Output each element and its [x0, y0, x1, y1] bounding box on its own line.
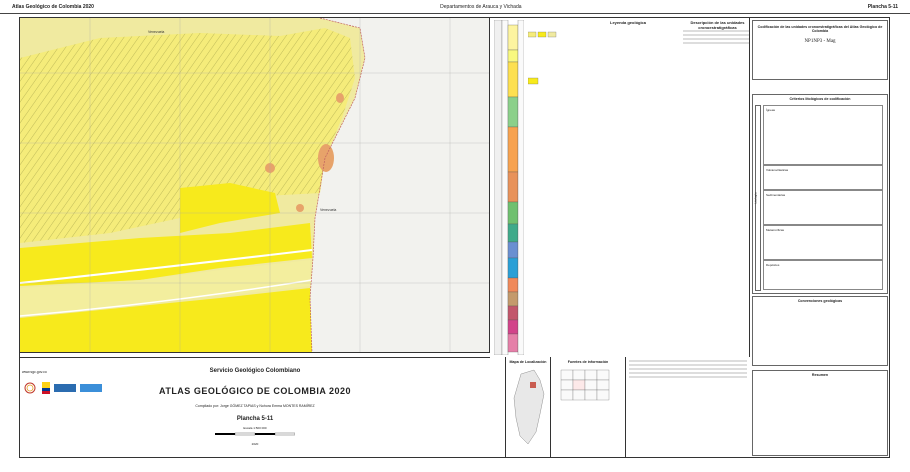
header-center: Departamentos de Arauca y Vichada — [440, 3, 522, 10]
group-igneas: Ígneas — [763, 105, 883, 165]
compiled-by: Compilado por: Jorge GÓMEZ TAPIAS y Noho… — [195, 404, 315, 408]
unit-orange-2 — [336, 93, 344, 103]
org-title: Servicio Geológico Colombiano — [209, 368, 301, 374]
codification-box: Codificación de las unidades cronoestrat… — [752, 20, 888, 80]
right-panel: Codificación de las unidades cronoestrat… — [750, 18, 890, 458]
lithology-groups: Ígneas Volcanoclásticas Sedimentarias Me… — [763, 105, 883, 290]
legend-title: Leyenda geológica — [610, 20, 647, 25]
sheet-header: Atlas Geológico de Colombia 2020 Departa… — [0, 0, 910, 14]
codification-title: Codificación de las unidades cronoestrat… — [757, 25, 883, 33]
legend-desc-title: Descripción de las unidades cronoestrati… — [690, 20, 745, 30]
lithology-criteria-box: Criterios litológicos de codificación Li… — [752, 94, 888, 294]
strat-chart — [493, 19, 525, 356]
unit-descriptions — [683, 30, 749, 44]
scale-label: Escala 1:500 000 — [243, 426, 267, 430]
lithology-side-bar: Litología — [753, 105, 761, 291]
legend-swatches — [528, 31, 557, 85]
summary-title: Resumen — [811, 373, 829, 377]
unit-orange-1 — [318, 144, 334, 172]
colombia-flag-icon — [42, 382, 50, 394]
logos — [22, 382, 102, 394]
header-right: Plancha 5-11 — [867, 3, 898, 10]
website[interactable]: www.sgc.gov.co — [22, 370, 47, 374]
code-example: NP1NP3 - Mag — [804, 39, 836, 44]
map-label-venezuela-1: Venezuela — [148, 30, 165, 34]
plancha-label: Plancha 5-11 — [236, 416, 274, 422]
notes-panel — [625, 357, 750, 458]
header-left: Atlas Geológico de Colombia 2020 — [12, 3, 94, 10]
title-block: Servicio Geológico Colombiano ATLAS GEOL… — [20, 357, 490, 458]
summary-box: Resumen — [752, 370, 888, 456]
ministry-badge-2 — [80, 384, 102, 392]
map-canvas — [20, 18, 489, 352]
ministry-badge-1 — [54, 384, 76, 392]
group-volcanoclasticas: Volcanoclásticas — [763, 165, 883, 190]
unit-orange-4 — [296, 204, 304, 212]
group-depositos: Depósitos — [763, 260, 883, 290]
location-map-title: Mapa de Localización — [509, 360, 547, 364]
sources-title: Fuentes de información — [567, 360, 609, 364]
conventions-title: Convenciones geológicas — [797, 299, 843, 303]
lithology-side-label: Litología — [753, 192, 758, 204]
location-map: Mapa de Localización — [505, 357, 550, 458]
lithology-criteria-title: Criterios litológicos de codificación — [789, 97, 851, 101]
group-sedimentarias: Sedimentarias — [763, 190, 883, 225]
sources-grid — [560, 369, 610, 401]
group-metamorficas: Metamórficas — [763, 225, 883, 260]
conventions-box: Convenciones geológicas — [752, 296, 888, 366]
sources-panel: Fuentes de información — [550, 357, 625, 458]
sgc-logo-icon — [24, 382, 36, 394]
geologic-map[interactable]: Venezuela Venezuela — [20, 18, 490, 353]
year-label: 2020 — [251, 442, 259, 446]
colombia-outline — [513, 369, 545, 445]
stratigraphic-column — [493, 19, 525, 356]
scale-bar — [215, 432, 295, 436]
map-label-venezuela-2: Venezuela — [320, 208, 337, 212]
